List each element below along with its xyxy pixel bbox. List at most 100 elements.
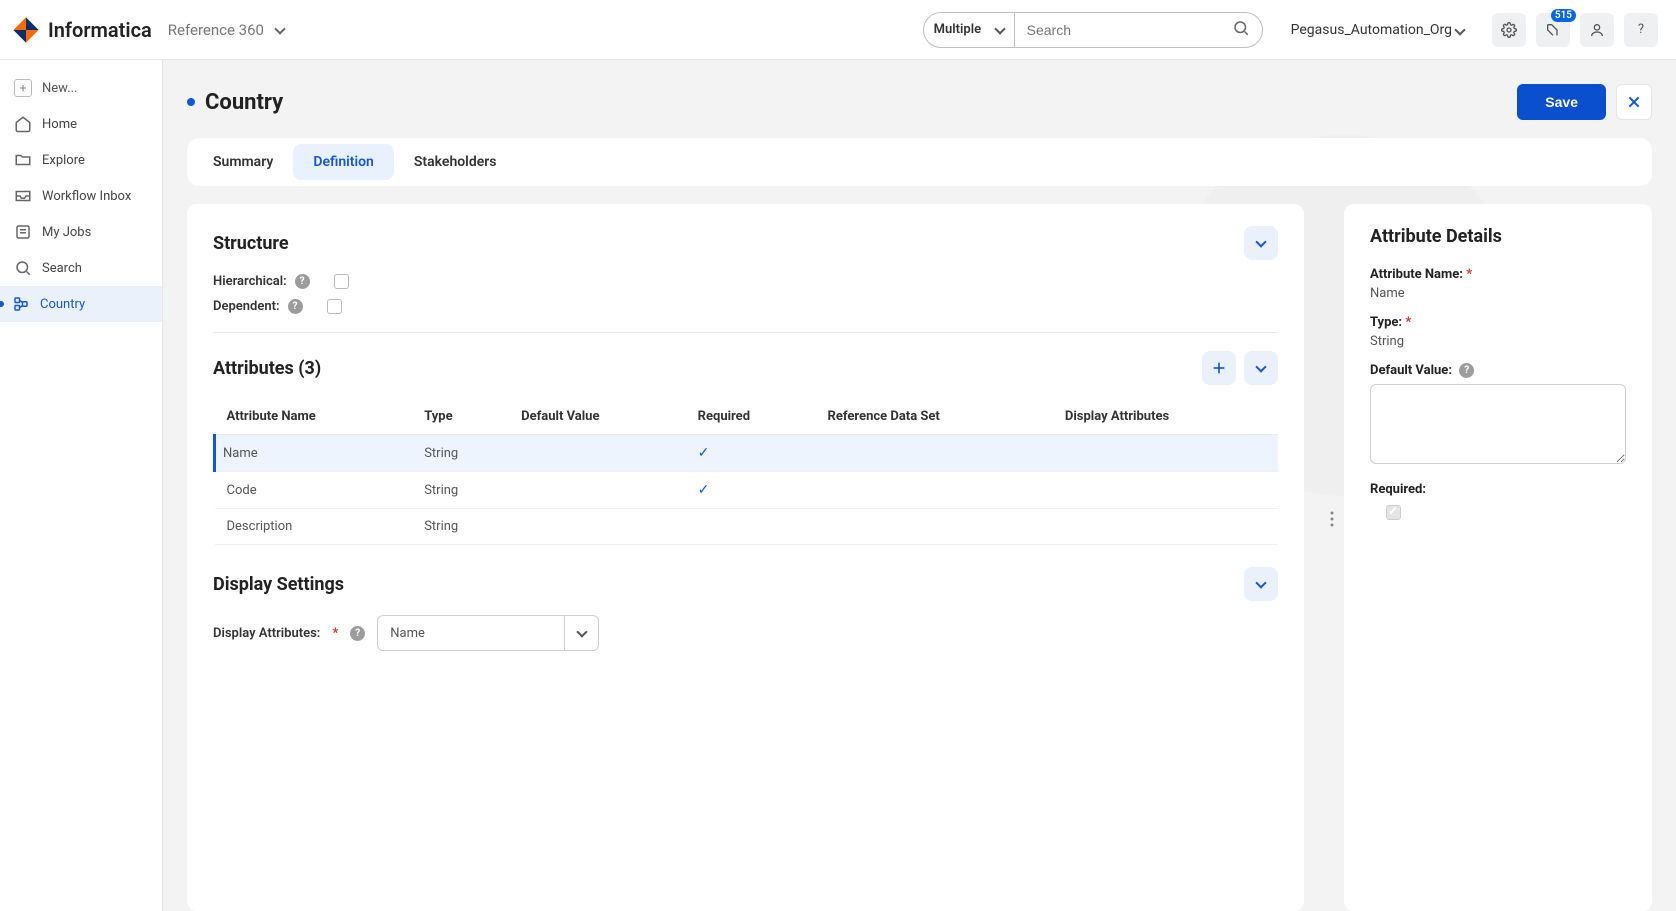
display-attributes-select[interactable]: Name [377, 615, 599, 651]
col-attribute-name[interactable]: Attribute Name [215, 399, 415, 435]
panel-drag-handle[interactable] [1323, 504, 1341, 534]
chevron-down-icon [1255, 361, 1266, 372]
cell-display [1055, 509, 1278, 545]
save-button[interactable]: Save [1517, 84, 1606, 120]
main-content: Country Save Summary Definition Stakehol… [163, 60, 1676, 911]
table-row[interactable]: Code String ✓ [215, 472, 1279, 509]
refset-icon [12, 295, 30, 313]
col-refset[interactable]: Reference Data Set [818, 399, 1055, 435]
hierarchical-checkbox[interactable] [334, 274, 349, 289]
app-name[interactable]: Reference 360 [168, 21, 264, 39]
sidebar-item-label: My Jobs [42, 225, 91, 240]
col-required[interactable]: Required [688, 399, 818, 435]
header-bar: Informatica Reference 360 Multiple Pegas… [0, 0, 1676, 60]
col-type[interactable]: Type [414, 399, 511, 435]
table-row[interactable]: Name String ✓ [215, 435, 1279, 472]
table-row[interactable]: Description String [215, 509, 1279, 545]
help-icon[interactable]: ? [1624, 13, 1658, 47]
close-icon [1626, 94, 1642, 110]
chevron-down-icon [564, 616, 598, 650]
col-default[interactable]: Default Value [511, 399, 687, 435]
sidebar-item-workflow-inbox[interactable]: Workflow Inbox [0, 178, 162, 214]
chevron-down-icon [1456, 22, 1464, 38]
sidebar-item-new[interactable]: + New... [0, 70, 162, 106]
structure-collapse-toggle[interactable] [1244, 226, 1278, 260]
app-chevron-icon[interactable] [276, 22, 284, 37]
tab-bar: Summary Definition Stakeholders [187, 138, 1652, 186]
attributes-table: Attribute Name Type Default Value Requir… [213, 399, 1278, 545]
user-icon[interactable] [1580, 13, 1614, 47]
definition-panel: Structure Hierarchical: ? Dependent: ? [187, 204, 1304, 911]
sidebar-item-label: Workflow Inbox [42, 189, 131, 204]
display-settings-title: Display Settings [213, 574, 344, 595]
divider [213, 332, 1278, 333]
sidebar-item-home[interactable]: Home [0, 106, 162, 142]
cell-required [688, 509, 818, 545]
structure-section-title: Structure [213, 233, 289, 254]
settings-icon[interactable] [1492, 13, 1526, 47]
help-icon[interactable]: ? [288, 299, 303, 314]
dependent-checkbox[interactable] [327, 299, 342, 314]
chevron-down-icon [1255, 577, 1266, 588]
detail-name-value: Name [1370, 286, 1626, 301]
select-value: Name [378, 626, 564, 641]
sidebar-item-label: Country [40, 297, 85, 312]
brand-name: Informatica [48, 18, 152, 42]
plus-icon [1211, 360, 1227, 376]
sidebar-item-country[interactable]: Country [0, 286, 162, 322]
help-icon[interactable]: ? [1459, 363, 1474, 378]
close-button[interactable] [1616, 84, 1652, 120]
sidebar-item-my-jobs[interactable]: My Jobs [0, 214, 162, 250]
cell-default [511, 509, 687, 545]
cell-default [511, 435, 687, 472]
attributes-collapse-toggle[interactable] [1244, 351, 1278, 385]
tab-summary[interactable]: Summary [193, 144, 293, 180]
unsaved-indicator-icon [187, 98, 195, 106]
sidebar: + New... Home Explore Workflow Inbox My … [0, 60, 163, 911]
sidebar-item-explore[interactable]: Explore [0, 142, 162, 178]
check-icon: ✓ [698, 445, 710, 461]
chevron-down-icon [996, 22, 1004, 37]
sidebar-item-label: Home [42, 117, 77, 132]
default-value-textarea[interactable] [1370, 384, 1626, 464]
required-checkbox [1386, 505, 1401, 520]
org-name: Pegasus_Automation_Org [1291, 22, 1452, 38]
org-switcher[interactable]: Pegasus_Automation_Org [1291, 22, 1464, 38]
search-scope-label: Multiple [934, 22, 981, 37]
page-header: Country Save [187, 84, 1652, 120]
attribute-details-panel: Attribute Details Attribute Name: * Name… [1344, 204, 1652, 911]
tab-stakeholders[interactable]: Stakeholders [394, 144, 517, 180]
detail-type-label: Type: [1370, 315, 1402, 330]
cell-name: Name [215, 435, 415, 472]
cell-name: Code [215, 472, 415, 509]
search-icon[interactable] [1220, 19, 1262, 41]
brand-logo-group: Informatica [12, 16, 152, 44]
search-bar: Multiple [923, 12, 1263, 48]
search-input[interactable] [1015, 22, 1220, 38]
notifications-badge: 515 [1551, 9, 1576, 22]
home-icon [14, 115, 32, 133]
add-attribute-button[interactable] [1202, 351, 1236, 385]
notifications-icon[interactable]: 515 [1536, 13, 1570, 47]
required-asterisk: * [1405, 315, 1411, 330]
sidebar-item-search[interactable]: Search [0, 250, 162, 286]
col-display[interactable]: Display Attributes [1055, 399, 1278, 435]
cell-display [1055, 435, 1278, 472]
chevron-down-icon [1255, 236, 1266, 247]
tab-definition[interactable]: Definition [293, 144, 394, 180]
search-scope-dropdown[interactable]: Multiple [924, 13, 1015, 47]
sidebar-item-label: Search [42, 261, 82, 276]
inbox-icon [14, 187, 32, 205]
help-icon[interactable]: ? [350, 626, 365, 641]
display-attributes-label: Display Attributes: [213, 626, 320, 641]
sidebar-item-label: Explore [42, 153, 85, 168]
help-icon[interactable]: ? [295, 274, 310, 289]
informatica-logo-icon [12, 16, 40, 44]
search-icon [14, 259, 32, 277]
cell-type: String [414, 472, 511, 509]
required-asterisk: * [332, 626, 338, 641]
page-title: Country [205, 90, 283, 115]
dependent-label: Dependent: [213, 299, 280, 314]
cell-type: String [414, 509, 511, 545]
display-settings-collapse-toggle[interactable] [1244, 567, 1278, 601]
